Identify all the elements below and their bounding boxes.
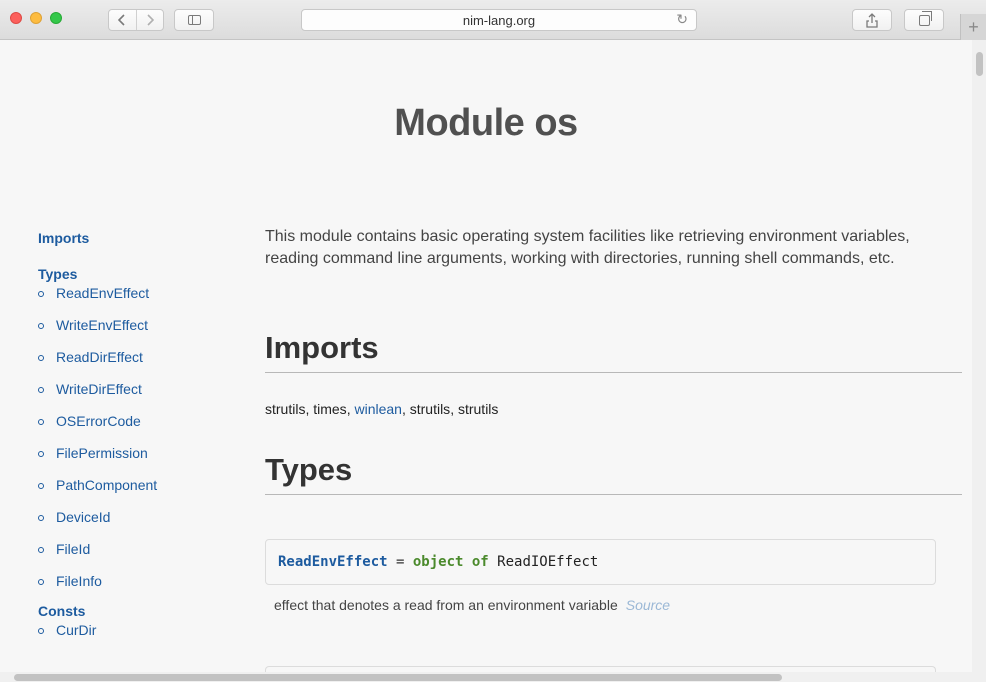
sidebar-icon	[187, 15, 201, 25]
toc-item-label[interactable]: OSErrorCode	[56, 413, 141, 429]
bullet-icon	[38, 451, 44, 457]
main-content: This module contains basic operating sys…	[265, 226, 962, 672]
toc-consts-link[interactable]: Consts	[38, 603, 238, 619]
zoom-window-button[interactable]	[50, 12, 62, 24]
type-description-text: effect that denotes a read from an envir…	[274, 597, 618, 613]
browser-toolbar: nim-lang.org ↻ +	[0, 0, 986, 40]
tabs-icon	[918, 10, 932, 26]
bullet-icon	[38, 291, 44, 297]
bullet-icon	[38, 579, 44, 585]
share-button[interactable]	[852, 9, 892, 31]
type-name-link[interactable]: ReadEnvEffect	[278, 554, 388, 570]
imports-list: strutils, times, winlean, strutils, stru…	[265, 401, 498, 417]
back-button[interactable]	[109, 10, 136, 30]
toc-item[interactable]: WriteEnvEffect	[38, 317, 238, 349]
toc-item[interactable]: FilePermission	[38, 445, 238, 477]
import-item: strutils	[265, 401, 306, 417]
source-link[interactable]: Source	[626, 597, 670, 613]
sidebar-toggle-button[interactable]	[174, 9, 214, 31]
toc-item-label[interactable]: DeviceId	[56, 509, 110, 525]
new-tab-button[interactable]: +	[960, 14, 986, 40]
bullet-icon	[38, 355, 44, 361]
bullet-icon	[38, 515, 44, 521]
share-icon	[866, 12, 878, 28]
toc-item[interactable]: WriteDirEffect	[38, 381, 238, 413]
toc-item-label[interactable]: PathComponent	[56, 477, 157, 493]
plus-icon: +	[968, 16, 979, 37]
toc-item-label[interactable]: FileInfo	[56, 573, 102, 589]
bullet-icon	[38, 419, 44, 425]
bullet-icon	[38, 387, 44, 393]
reload-icon[interactable]: ↻	[676, 11, 688, 28]
toc-item[interactable]: CurDir	[38, 622, 238, 654]
web-page: Module os Imports Types ReadEnvEffect Wri…	[0, 40, 972, 672]
toc-consts-list: CurDir	[38, 622, 238, 654]
horizontal-scroll-thumb[interactable]	[14, 674, 782, 681]
toc-item-label[interactable]: CurDir	[56, 622, 96, 638]
toc-item-label[interactable]: ReadDirEffect	[56, 349, 143, 365]
toc-item-label[interactable]: FileId	[56, 541, 90, 557]
bullet-icon	[38, 628, 44, 634]
type-signature-box: ReadEnvEffect = object of ReadIOEffect	[265, 539, 936, 585]
forward-button[interactable]	[135, 10, 164, 30]
import-separator: ,	[450, 401, 458, 417]
import-item: times	[313, 401, 347, 417]
address-bar[interactable]: nim-lang.org ↻	[301, 9, 697, 31]
page-title: Module os	[394, 102, 578, 144]
toc-item[interactable]: ReadDirEffect	[38, 349, 238, 381]
type-description: effect that denotes a read from an envir…	[274, 597, 670, 613]
type-equals: =	[387, 554, 413, 570]
toc-item[interactable]: DeviceId	[38, 509, 238, 541]
toc-item[interactable]: FileId	[38, 541, 238, 573]
minimize-window-button[interactable]	[30, 12, 42, 24]
toc-sidebar: Imports Types ReadEnvEffect WriteEnvEffec…	[38, 230, 238, 654]
toc-types-list: ReadEnvEffect WriteEnvEffect ReadDirEffect…	[38, 285, 238, 605]
close-window-button[interactable]	[10, 12, 22, 24]
toc-item[interactable]: OSErrorCode	[38, 413, 238, 445]
toc-item[interactable]: ReadEnvEffect	[38, 285, 238, 317]
chevron-left-icon	[118, 14, 125, 26]
toc-imports-link[interactable]: Imports	[38, 230, 238, 246]
vertical-scroll-thumb[interactable]	[976, 52, 983, 76]
horizontal-scrollbar[interactable]	[0, 672, 986, 682]
back-forward-group	[108, 9, 164, 31]
toc-item-label[interactable]: WriteEnvEffect	[56, 317, 148, 333]
type-base: ReadIOEffect	[488, 554, 599, 570]
toc-item[interactable]: PathComponent	[38, 477, 238, 509]
toc-types-link[interactable]: Types	[38, 266, 238, 282]
types-heading: Types	[265, 452, 962, 495]
bullet-icon	[38, 323, 44, 329]
url-text: nim-lang.org	[462, 13, 536, 28]
toc-item-label[interactable]: ReadEnvEffect	[56, 285, 149, 301]
show-tabs-button[interactable]	[904, 9, 944, 31]
type-keyword: object of	[412, 554, 489, 570]
vertical-scrollbar[interactable]	[972, 40, 986, 672]
chevron-right-icon	[147, 14, 154, 26]
bullet-icon	[38, 547, 44, 553]
import-item: strutils	[457, 401, 499, 417]
import-item: strutils	[409, 401, 451, 417]
imports-heading: Imports	[265, 330, 962, 373]
import-link[interactable]: winlean	[354, 401, 401, 417]
toc-item-label[interactable]: FilePermission	[56, 445, 148, 461]
module-intro: This module contains basic operating sys…	[265, 228, 910, 267]
bullet-icon	[38, 483, 44, 489]
toc-item[interactable]: FileInfo	[38, 573, 238, 605]
toc-item-label[interactable]: WriteDirEffect	[56, 381, 142, 397]
import-separator: ,	[401, 401, 410, 417]
